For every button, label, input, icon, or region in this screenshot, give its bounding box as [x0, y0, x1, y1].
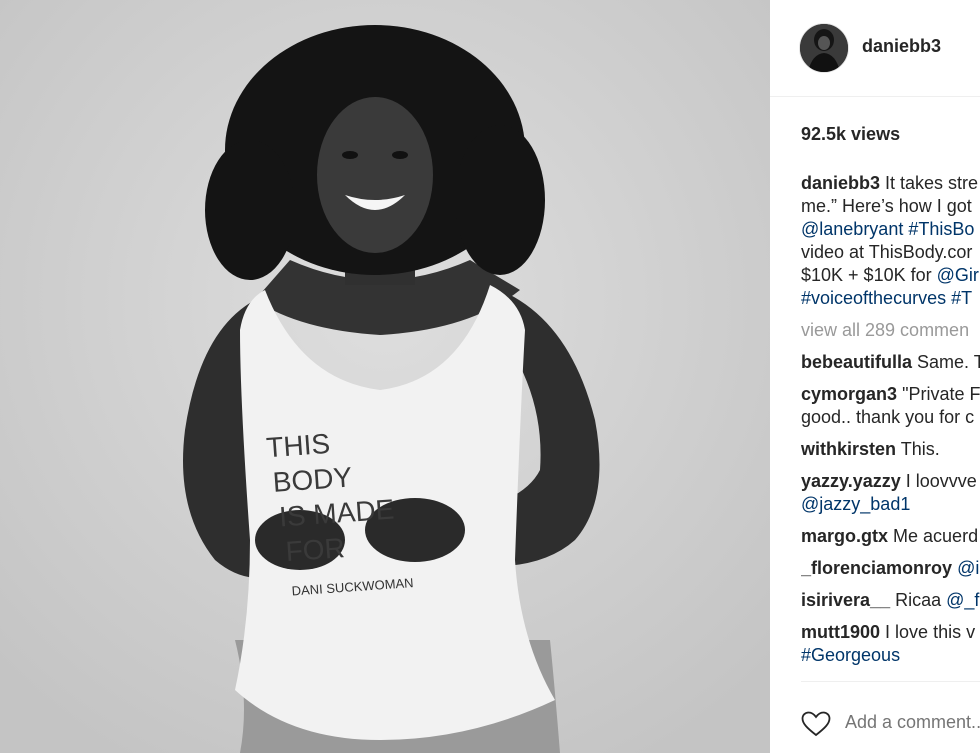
caption-username[interactable]: daniebb3	[801, 173, 880, 193]
comment-item: _florenciamonroy @is	[801, 557, 980, 580]
post-author-username[interactable]: daniebb3	[862, 36, 941, 57]
caption-line: daniebb3 It takes stre	[801, 172, 980, 195]
comment-item: bebeautifulla Same. T	[801, 351, 980, 374]
comment-text: "Private F	[902, 384, 980, 404]
comment-mention[interactable]: @jazzy_bad1	[801, 494, 910, 514]
caption-text: It takes stre	[885, 173, 979, 193]
caption-mention[interactable]: @lanebryant	[801, 219, 903, 239]
caption-line: video at ThisBody.cor	[801, 242, 973, 262]
comment-item: yazzy.yazzy I loovvve	[801, 470, 980, 493]
comment-username[interactable]: bebeautifulla	[801, 352, 912, 372]
comment-item: isirivera__ Ricaa @_fl	[801, 589, 980, 612]
comment-hashtag[interactable]: #Georgeous	[801, 645, 900, 665]
caption-line: #voiceofthecurves #T	[801, 287, 980, 310]
caption-hashtag[interactable]: #voiceofthecurves	[801, 288, 946, 308]
caption-line: $10K + $10K for @Girl	[801, 264, 980, 287]
comment-mention[interactable]: @_fl	[946, 590, 980, 610]
post-photo-illustration: THIS BODY IS MADE FOR DANI SUCKWOMAN	[0, 0, 770, 753]
footer-divider	[801, 681, 980, 682]
avatar[interactable]	[799, 23, 849, 73]
comment-text-continuation: #Georgeous	[801, 644, 980, 667]
caption-line: @lanebryant #ThisBo	[801, 218, 980, 241]
comment-text: This.	[900, 439, 940, 459]
comment-item: withkirsten This.	[801, 438, 980, 461]
comment-username[interactable]: cymorgan3	[801, 384, 897, 404]
post-video[interactable]: THIS BODY IS MADE FOR DANI SUCKWOMAN	[0, 0, 770, 753]
shirt-text-line: FOR	[285, 532, 346, 567]
view-count: 92.5k views	[801, 124, 901, 144]
heart-icon[interactable]	[801, 711, 831, 737]
comment-username[interactable]: isirivera__	[801, 590, 890, 610]
avatar-image	[800, 24, 848, 72]
comments-section: daniebb3 It takes stre me.” Here’s how I…	[801, 172, 980, 667]
comment-text: Same. T	[917, 352, 980, 372]
comment-text: Ricaa	[895, 590, 947, 610]
caption-hashtag[interactable]: #ThisBo	[908, 219, 974, 239]
comment-username[interactable]: _florenciamonroy	[801, 558, 952, 578]
comment-text-continuation: good.. thank you for c	[801, 407, 975, 427]
caption-mention[interactable]: @Girl	[937, 265, 980, 285]
add-comment-input[interactable]	[845, 712, 980, 733]
caption-text: $10K + $10K for	[801, 265, 937, 285]
shirt-text-line: THIS	[265, 428, 331, 463]
view-all-comments-link[interactable]: view all 289 commen	[801, 319, 980, 342]
comment-username[interactable]: mutt1900	[801, 622, 880, 642]
comment-text: Me acuerd	[893, 526, 979, 546]
instagram-post-view: THIS BODY IS MADE FOR DANI SUCKWOMAN dan…	[0, 0, 980, 753]
post-details-panel: daniebb3 92.5k views daniebb3 It takes s…	[770, 0, 980, 753]
comment-mention[interactable]: @is	[957, 558, 980, 578]
caption-hashtag[interactable]: #T	[951, 288, 972, 308]
comment-username[interactable]: withkirsten	[801, 439, 896, 459]
comment-username[interactable]: yazzy.yazzy	[801, 471, 901, 491]
comment-item: cymorgan3 "Private F	[801, 383, 980, 406]
comment-text-continuation: @jazzy_bad1	[801, 493, 980, 516]
shirt-text-line: BODY	[272, 461, 354, 497]
comment-text: I loovvve	[905, 471, 977, 491]
comment-username[interactable]: margo.gtx	[801, 526, 888, 546]
comment-text: I love this v	[885, 622, 976, 642]
post-header: daniebb3	[770, 0, 980, 97]
comment-item: margo.gtx Me acuerd	[801, 525, 980, 548]
caption-line: me.” Here’s how I got	[801, 196, 972, 216]
comment-item: mutt1900 I love this v	[801, 621, 980, 644]
